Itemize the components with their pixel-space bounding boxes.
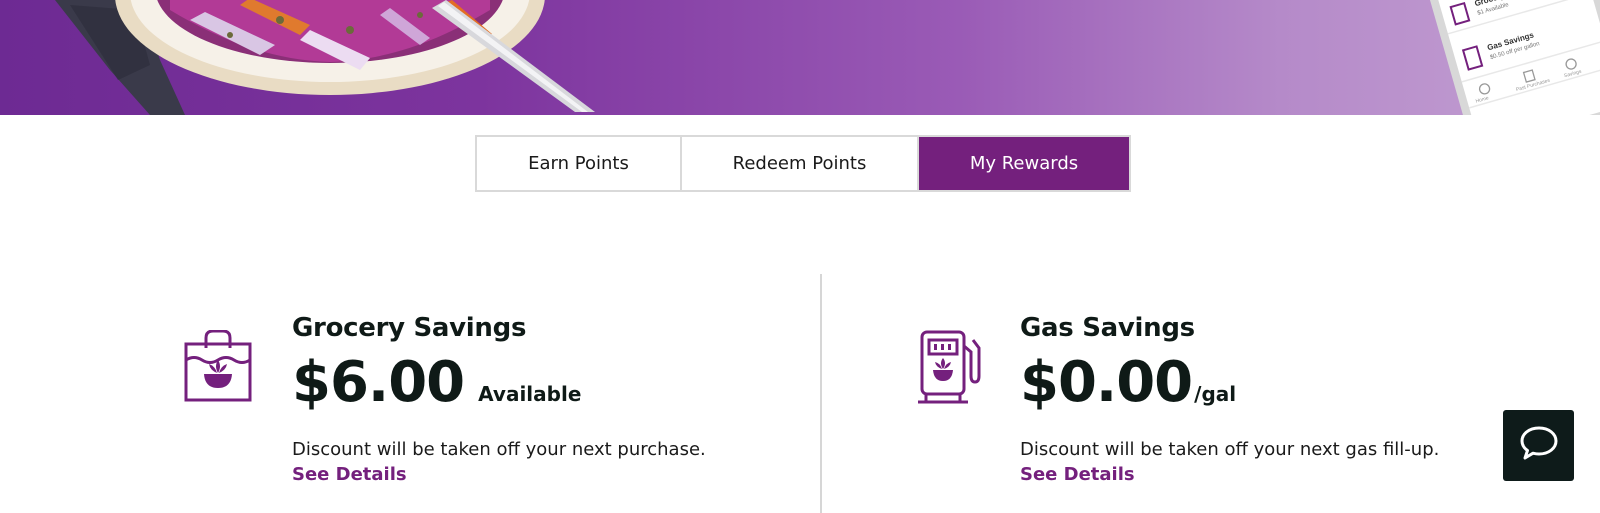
grocery-savings-body: Grocery Savings $6.00 Available Discount… [292,310,762,488]
gas-amount-row: $0.00 /gal [1020,350,1490,416]
gas-amount: $0.00 [1020,350,1193,415]
gas-savings-body: Gas Savings $0.00 /gal Discount will be … [1020,310,1490,488]
panel-divider [820,274,822,513]
gas-savings-title: Gas Savings [1020,313,1195,343]
hero-banner: Grocery $1 Available Gas Savings $0.50 o… [0,0,1600,115]
chat-bubble-icon [1520,426,1558,465]
tab-earn-points[interactable]: Earn Points [477,137,680,190]
grocery-bag-icon [184,329,252,407]
grocery-amount: $6.00 [292,350,465,415]
phone-mockup: Grocery $1 Available Gas Savings $0.50 o… [1423,0,1600,115]
gas-pump-icon [917,330,983,409]
grocery-savings-title: Grocery Savings [292,313,527,343]
tab-my-rewards[interactable]: My Rewards [917,137,1129,190]
gas-description: Discount will be taken off your next gas… [1020,439,1440,460]
grocery-amount-row: $6.00 Available [292,350,762,416]
hero-image: Grocery $1 Available Gas Savings $0.50 o… [55,0,1600,115]
gas-see-details-link[interactable]: See Details [1020,462,1135,488]
chat-button[interactable] [1503,410,1574,481]
gas-amount-suffix: /gal [1194,382,1237,406]
rewards-tabs: Earn Points Redeem Points My Rewards [475,135,1131,192]
grocery-description: Discount will be taken off your next pur… [292,439,706,460]
grocery-see-details-link[interactable]: See Details [292,462,407,488]
tab-redeem-points[interactable]: Redeem Points [680,137,917,190]
grocery-amount-suffix: Available [478,382,582,406]
